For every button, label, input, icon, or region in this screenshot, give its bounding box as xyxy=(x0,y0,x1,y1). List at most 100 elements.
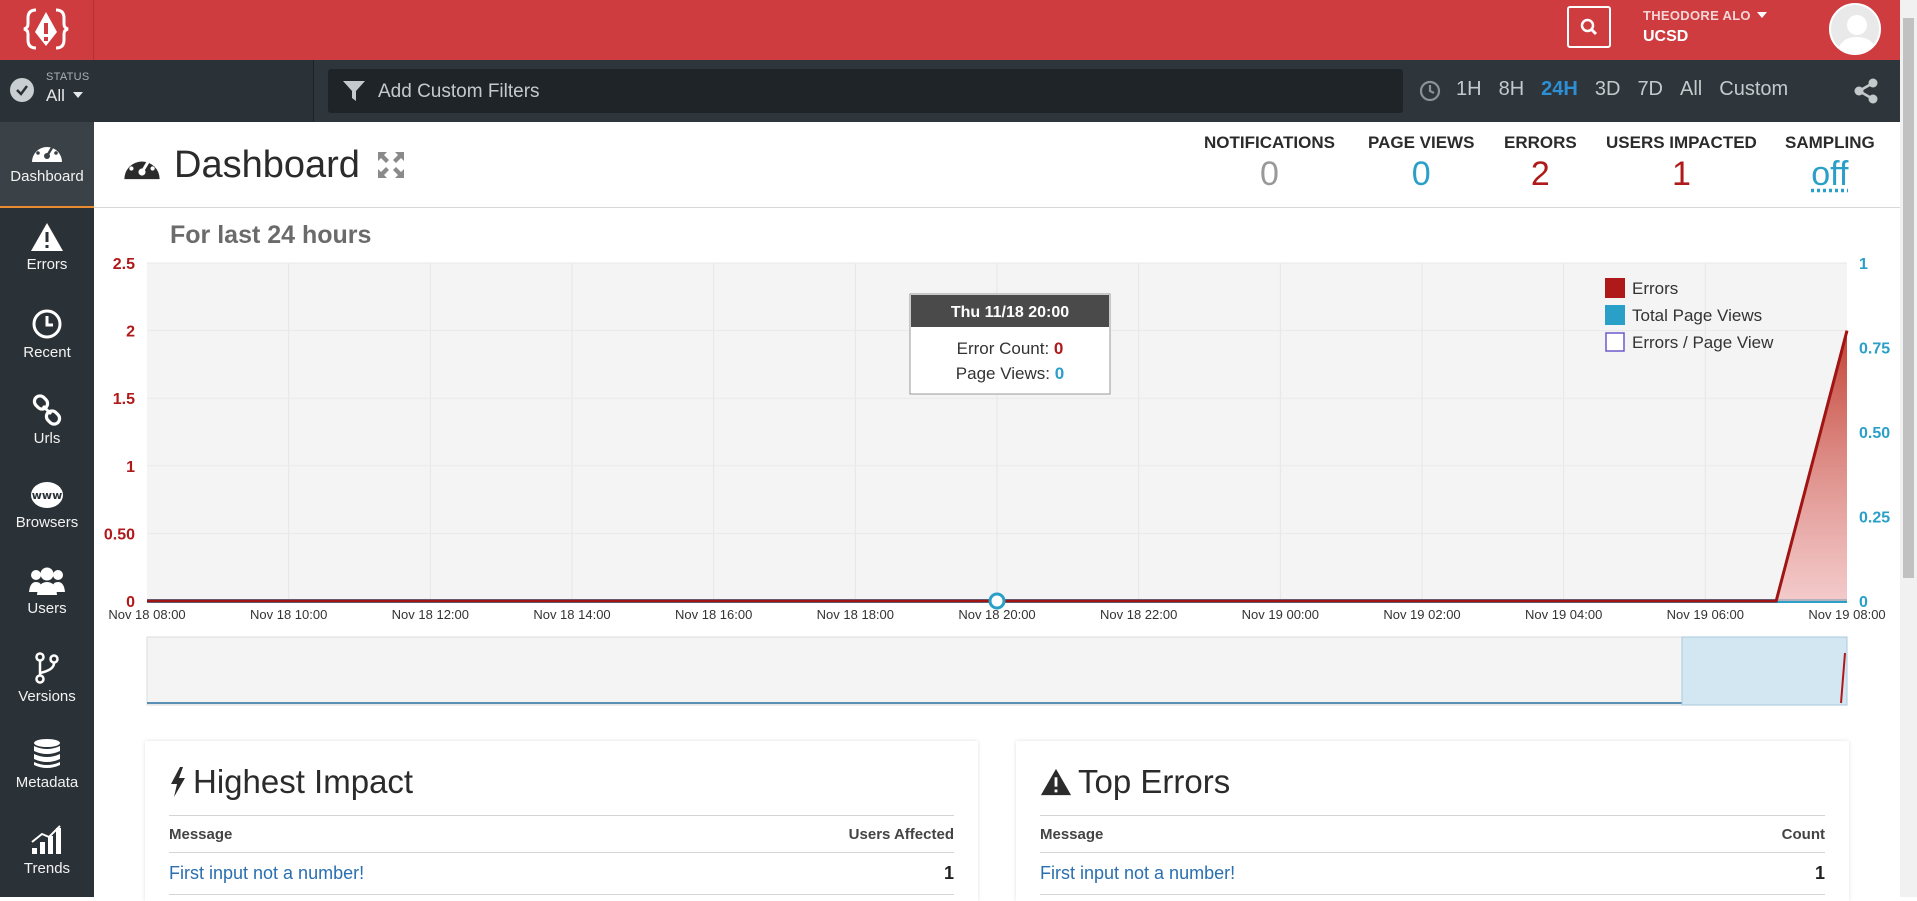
sidebar-item-label: Dashboard xyxy=(0,168,94,185)
page-title: Dashboard xyxy=(174,144,360,187)
sidebar-item-versions[interactable]: Versions xyxy=(0,638,94,724)
x-tick-label: Nov 18 16:00 xyxy=(675,607,752,622)
x-tick-label: Nov 19 02:00 xyxy=(1383,607,1460,622)
error-message-link[interactable]: First input not a number! xyxy=(169,863,364,884)
table-header: Message Count xyxy=(1040,815,1825,853)
y-right-tick-label: 0.25 xyxy=(1859,510,1890,527)
error-message-link[interactable]: First input not a number! xyxy=(1040,863,1235,884)
y-right-tick-label: 0 xyxy=(1859,594,1868,611)
column-header-message[interactable]: Message xyxy=(169,826,232,843)
metric-users-impacted[interactable]: USERS IMPACTED 1 xyxy=(1606,133,1757,194)
legend-swatch xyxy=(1605,278,1625,298)
link-icon xyxy=(31,394,63,426)
user-menu[interactable]: THEODORE ALO xyxy=(1643,8,1767,23)
sidebar-item-users[interactable]: Users xyxy=(0,552,94,638)
sidebar-item-errors[interactable]: Errors xyxy=(0,208,94,294)
database-icon xyxy=(31,738,63,770)
legend-label[interactable]: Total Page Views xyxy=(1632,306,1762,325)
sidebar-item-browsers[interactable]: www Browsers xyxy=(0,466,94,552)
sidebar-item-label: Versions xyxy=(0,688,94,705)
range-tab-7d[interactable]: 7D xyxy=(1637,78,1663,101)
top-errors-table: Message Count First input not a number! … xyxy=(1040,815,1825,895)
metric-page-views[interactable]: PAGE VIEWS 0 xyxy=(1368,133,1474,194)
sidebar-item-label: Urls xyxy=(0,430,94,447)
user-name: THEODORE ALO xyxy=(1643,8,1751,23)
sidebar-item-recent[interactable]: Recent xyxy=(0,294,94,380)
status-value: All xyxy=(46,86,83,106)
metric-notifications[interactable]: NOTIFICATIONS 0 xyxy=(1204,133,1335,194)
time-range-tabs: 1H 8H 24H 3D 7D All Custom xyxy=(1456,78,1805,101)
expand-icon[interactable] xyxy=(376,150,406,180)
range-tab-8h[interactable]: 8H xyxy=(1499,78,1525,101)
status-select[interactable]: STATUS All xyxy=(0,60,314,122)
metric-sampling[interactable]: SAMPLING off xyxy=(1785,133,1875,194)
navigator-selection[interactable] xyxy=(1682,637,1847,705)
caret-down-icon xyxy=(1757,12,1767,18)
clock-icon xyxy=(1419,80,1441,102)
scrollbar-thumb[interactable] xyxy=(1903,18,1914,578)
tooltip-line: Page Views: 0 xyxy=(956,364,1064,383)
metric-value: 2 xyxy=(1504,155,1577,194)
x-tick-label: Nov 18 22:00 xyxy=(1100,607,1177,622)
range-tab-all[interactable]: All xyxy=(1680,78,1702,101)
funnel-icon xyxy=(342,80,366,102)
y-right-tick-label: 0.50 xyxy=(1859,425,1890,442)
user-avatar-icon xyxy=(1831,5,1881,55)
metric-value: 0 xyxy=(1368,155,1474,194)
custom-filter-input[interactable]: Add Custom Filters xyxy=(328,69,1403,113)
vertical-scrollbar[interactable] xyxy=(1900,0,1917,897)
legend-label[interactable]: Errors / Page View xyxy=(1632,333,1774,352)
search-button[interactable] xyxy=(1567,6,1611,48)
range-tab-1h[interactable]: 1H xyxy=(1456,78,1482,101)
x-tick-label: Nov 18 18:00 xyxy=(817,607,894,622)
x-tick-label: Nov 18 12:00 xyxy=(392,607,469,622)
legend-label[interactable]: Errors xyxy=(1632,279,1678,298)
metric-label: PAGE VIEWS xyxy=(1368,133,1474,153)
clock-icon xyxy=(31,308,63,340)
top-bar: THEODORE ALO UCSD xyxy=(0,0,1900,60)
share-icon[interactable] xyxy=(1852,77,1880,105)
warning-icon xyxy=(30,222,64,252)
sidebar-item-dashboard[interactable]: Dashboard xyxy=(0,122,94,208)
x-tick-label: Nov 19 00:00 xyxy=(1242,607,1319,622)
column-header-message[interactable]: Message xyxy=(1040,826,1103,843)
sidebar-item-label: Recent xyxy=(0,344,94,361)
error-count-value: 1 xyxy=(1815,863,1825,884)
check-circle-icon xyxy=(10,78,34,102)
y-left-tick-label: 2.5 xyxy=(113,256,135,273)
sidebar-item-trends[interactable]: Trends xyxy=(0,810,94,896)
dashboard-icon xyxy=(122,148,162,182)
sidebar-item-metadata[interactable]: Metadata xyxy=(0,724,94,810)
org-name: UCSD xyxy=(1643,28,1688,46)
legend-swatch xyxy=(1606,333,1624,351)
warning-icon xyxy=(1040,767,1072,797)
x-tick-label: Nov 19 08:00 xyxy=(1808,607,1885,622)
x-tick-label: Nov 18 10:00 xyxy=(250,607,327,622)
period-label: For last 24 hours xyxy=(170,221,371,250)
range-tab-24h[interactable]: 24H xyxy=(1541,78,1578,101)
panel-title-text: Top Errors xyxy=(1078,763,1230,801)
range-tab-custom[interactable]: Custom xyxy=(1719,78,1788,101)
range-tab-3d[interactable]: 3D xyxy=(1595,78,1621,101)
sidebar-item-label: Users xyxy=(0,600,94,617)
avatar[interactable] xyxy=(1829,3,1881,55)
column-header-users-affected[interactable]: Users Affected xyxy=(849,826,954,843)
metric-label: SAMPLING xyxy=(1785,133,1875,153)
branch-icon xyxy=(33,652,61,684)
errors-chart[interactable]: Nov 18 08:00 Nov 18 10:00 Nov 18 12:00 Nov … xyxy=(94,250,1900,710)
filter-bar: STATUS All Add Custom Filters 1H 8H 24H 3D 7… xyxy=(0,60,1900,122)
lightning-icon xyxy=(169,766,187,798)
metric-errors[interactable]: ERRORS 2 xyxy=(1504,133,1577,194)
page-header: Dashboard xyxy=(122,140,406,190)
table-header: Message Users Affected xyxy=(169,815,954,853)
range-navigator[interactable] xyxy=(147,637,1847,705)
sidebar-item-urls[interactable]: Urls xyxy=(0,380,94,466)
users-affected-value: 1 xyxy=(944,863,954,884)
metric-value[interactable]: off xyxy=(1785,155,1875,194)
logo[interactable] xyxy=(0,0,94,60)
highest-impact-table: Message Users Affected First input not a… xyxy=(169,815,954,895)
y-left-tick-label: 0.50 xyxy=(104,526,135,543)
column-header-count[interactable]: Count xyxy=(1782,826,1825,843)
filter-placeholder: Add Custom Filters xyxy=(378,81,540,103)
tooltip-line: Error Count: 0 xyxy=(957,339,1064,358)
